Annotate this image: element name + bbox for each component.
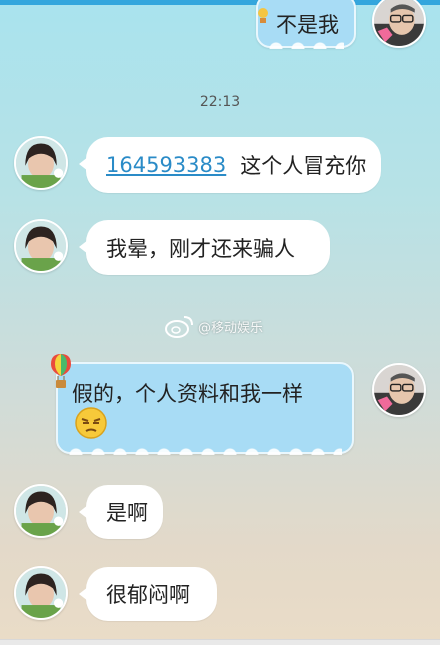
weibo-logo-icon: [165, 316, 193, 338]
bubble-cloud-decoration: [68, 445, 342, 455]
message-text: 不是我: [276, 13, 339, 37]
balloon-icon: [49, 352, 73, 396]
balloon-icon: [256, 6, 270, 30]
message-text: 假的，个人资料和我一样: [72, 382, 303, 406]
chat-bubble-incoming[interactable]: 164593383 这个人冒充你: [79, 137, 381, 193]
chat-bubble-incoming[interactable]: 我晕，刚才还来骗人: [79, 220, 330, 275]
chat-bubble-incoming[interactable]: 很郁闷啊: [79, 567, 217, 621]
message-text: 很郁闷啊: [106, 583, 190, 607]
weibo-watermark: @移动娱乐: [164, 312, 263, 340]
smug-emoji-icon: [74, 406, 108, 445]
watermark-text: @移动娱乐: [198, 320, 264, 336]
chat-bubble-incoming[interactable]: 是啊: [79, 485, 163, 539]
avatar-contact[interactable]: [14, 136, 68, 190]
message-text: 这个人冒充你: [240, 154, 367, 178]
message-text: 我晕，刚才还来骗人: [106, 236, 295, 261]
qq-number-link[interactable]: 164593383: [106, 153, 226, 177]
message-timestamp: 22:13: [199, 94, 241, 110]
avatar-contact[interactable]: [14, 219, 68, 273]
message-text: 是啊: [106, 501, 148, 525]
avatar-contact[interactable]: [14, 484, 68, 538]
chat-bubble-outgoing[interactable]: 不是我: [256, 0, 356, 49]
bubble-cloud-decoration: [268, 39, 344, 49]
avatar-contact[interactable]: [14, 566, 68, 620]
input-bar-edge: [0, 639, 440, 645]
avatar-self[interactable]: [372, 0, 426, 48]
top-status-strip: [0, 0, 440, 5]
chat-bubble-outgoing[interactable]: 假的，个人资料和我一样: [56, 362, 354, 455]
avatar-self[interactable]: [372, 363, 426, 417]
